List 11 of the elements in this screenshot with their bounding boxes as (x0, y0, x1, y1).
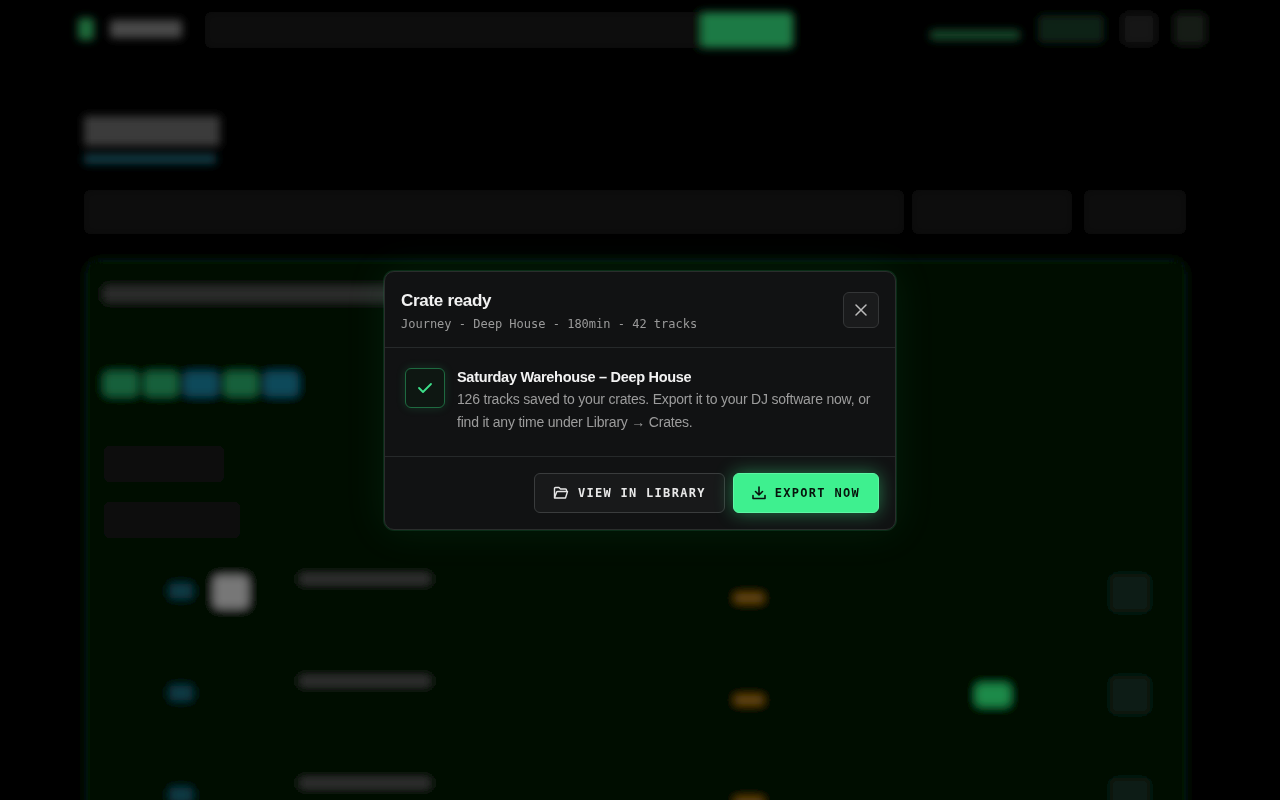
message-text: 126 tracks saved to your crates. Export it to your DJ software now, or find it any time under Library → Crates. (457, 390, 872, 432)
check-icon (417, 382, 433, 394)
close-icon (855, 304, 867, 316)
download-icon (751, 486, 766, 500)
library-button[interactable]: VIEW IN LIBRARY (533, 473, 725, 513)
dialog-subtitle: Journey - Deep House - 180min - 42 tracks (401, 317, 698, 331)
close-button[interactable] (843, 292, 879, 328)
export-button[interactable]: EXPORT NOW (732, 473, 879, 513)
folder-icon (552, 486, 569, 500)
dialog-title: Crate ready (401, 291, 493, 311)
message-title: Saturday Warehouse – Deep House (457, 369, 693, 385)
